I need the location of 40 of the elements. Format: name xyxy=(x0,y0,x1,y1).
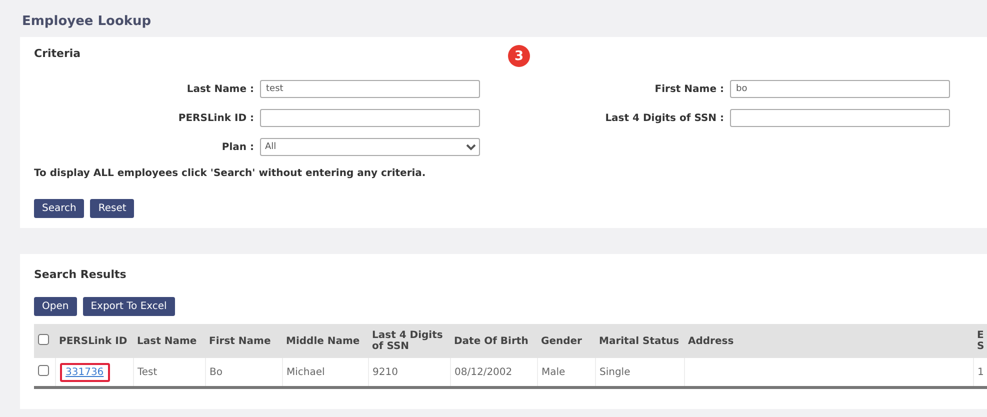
plan-select[interactable]: All xyxy=(260,138,480,156)
employee-id-link[interactable]: 331736 xyxy=(60,362,110,382)
select-all-checkbox[interactable] xyxy=(38,334,49,345)
table-cell: 08/12/2002 xyxy=(454,366,512,378)
column-header: Last 4 Digits of SSN xyxy=(372,330,443,352)
input-field[interactable]: test xyxy=(260,80,480,98)
column-header: Last Name xyxy=(137,336,197,346)
field-label: Last Name : xyxy=(186,84,254,94)
panel-title: Criteria xyxy=(34,47,81,60)
hint-text: To display ALL employees click 'Search' without entering any criteria. xyxy=(34,168,427,179)
table-cell: 9210 xyxy=(372,366,398,378)
panel-title: Search Results xyxy=(34,268,126,281)
column-header: Date Of Birth xyxy=(454,336,528,346)
input-field[interactable] xyxy=(260,109,480,127)
table-cell: Male xyxy=(542,366,566,378)
column-header: Gender xyxy=(541,336,582,346)
action-button[interactable]: Reset xyxy=(90,199,134,218)
page-title: Employee Lookup xyxy=(21,13,152,31)
action-button[interactable]: Search xyxy=(34,199,84,218)
column-header: E S xyxy=(977,330,984,352)
table-cell: Michael xyxy=(286,366,325,378)
input-field[interactable] xyxy=(730,109,950,127)
step-badge: 3 xyxy=(508,45,530,67)
table-cell: 1 xyxy=(978,366,984,378)
field-label: Plan : xyxy=(220,142,254,152)
field-label: First Name : xyxy=(654,84,724,94)
table-cell: Bo xyxy=(210,366,222,378)
column-header: First Name xyxy=(209,336,271,346)
table-cell: Test xyxy=(138,366,158,378)
column-header: Marital Status xyxy=(599,336,680,346)
field-label: Last 4 Digits of SSN : xyxy=(604,112,724,124)
row-checkbox[interactable] xyxy=(38,365,49,376)
action-button[interactable]: Open xyxy=(34,297,77,316)
field-label: PERSLink ID : xyxy=(177,112,254,124)
table-cell: Single xyxy=(600,366,630,378)
column-header: Address xyxy=(688,336,734,346)
column-header: Middle Name xyxy=(286,336,360,346)
column-header: PERSLink ID xyxy=(59,336,128,346)
action-button[interactable]: Export To Excel xyxy=(82,297,175,316)
input-field[interactable]: bo xyxy=(730,80,950,98)
